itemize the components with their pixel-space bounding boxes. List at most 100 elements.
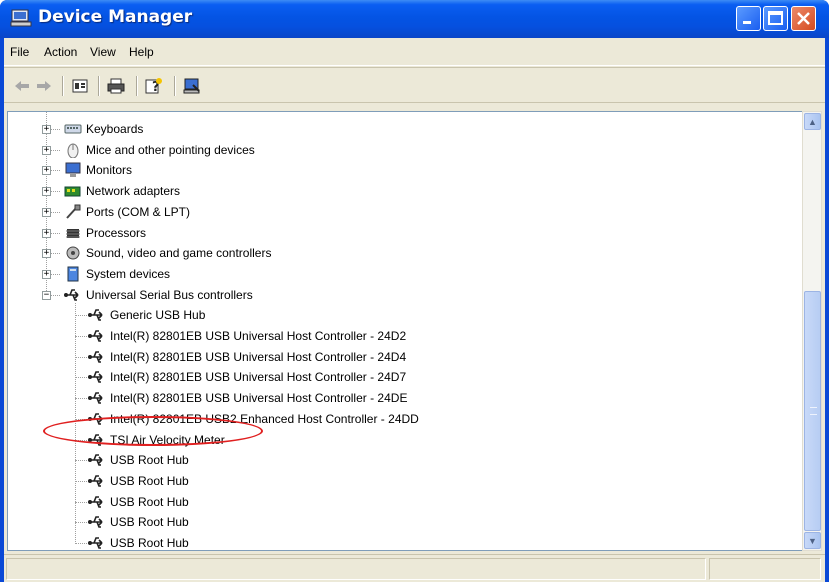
usb-device-item[interactable]: USB Root Hub	[88, 512, 189, 532]
tree-category[interactable]: Keyboards	[64, 119, 143, 139]
tree-category[interactable]: Network adapters	[64, 181, 180, 201]
device-label: Intel(R) 82801EB USB Universal Host Cont…	[110, 391, 408, 406]
tree-category[interactable]: Monitors	[64, 160, 132, 180]
usb-icon	[64, 288, 79, 301]
menu-help[interactable]: Help	[129, 45, 154, 59]
print-button[interactable]	[106, 76, 126, 96]
computer-icon	[10, 9, 32, 27]
usb-icon	[88, 495, 103, 508]
tree-branch-line	[75, 356, 89, 358]
help-button[interactable]: ?	[144, 76, 164, 96]
system-device-icon	[67, 266, 79, 282]
tree-branch-line	[75, 439, 89, 441]
tree-branch-line	[75, 522, 89, 524]
collapse-toggle[interactable]: −	[42, 290, 51, 300]
thumb-grip	[810, 407, 817, 415]
vertical-scrollbar[interactable]: ▲ ▼	[802, 111, 822, 551]
device-label: USB Root Hub	[110, 515, 189, 530]
close-button[interactable]	[791, 6, 816, 31]
tree-branch-line	[75, 315, 89, 317]
usb-icon	[88, 350, 103, 363]
forward-arrow-icon	[37, 81, 51, 91]
status-pane-main	[6, 558, 706, 580]
toolbar-separator	[136, 76, 138, 96]
toolbar: ?	[4, 67, 825, 103]
usb-device-item[interactable]: Intel(R) 82801EB USB2 Enhanced Host Cont…	[88, 409, 419, 429]
expand-toggle[interactable]: +	[42, 125, 51, 134]
properties-icon	[72, 79, 88, 93]
scroll-up-button[interactable]: ▲	[804, 113, 821, 130]
category-label: Sound, video and game controllers	[86, 246, 272, 261]
status-bar	[4, 554, 825, 582]
usb-icon	[88, 392, 103, 404]
device-tree[interactable]: + Keyboards + Mice and other pointing devic…	[7, 111, 803, 551]
processor-icon	[66, 228, 80, 238]
minimize-button[interactable]	[736, 6, 761, 31]
menu-action[interactable]: Action	[44, 45, 77, 59]
scan-hardware-button[interactable]	[182, 76, 202, 96]
usb-device-item[interactable]: Intel(R) 82801EB USB Universal Host Cont…	[88, 326, 406, 346]
close-icon	[797, 12, 810, 25]
properties-button[interactable]	[70, 76, 90, 96]
expand-toggle[interactable]: +	[42, 249, 51, 259]
expand-toggle[interactable]: +	[42, 187, 51, 197]
toolbar-separator	[62, 76, 64, 96]
usb-device-item[interactable]: USB Root Hub	[88, 492, 189, 512]
category-label: System devices	[86, 266, 171, 281]
tree-category[interactable]: System devices	[64, 264, 170, 284]
expand-toggle[interactable]: +	[42, 145, 51, 155]
network-adapter-icon	[64, 186, 81, 197]
tree-branch-line	[75, 501, 89, 503]
usb-device-item[interactable]: USB Root Hub	[88, 450, 189, 470]
usb-icon	[88, 330, 103, 342]
tree-category[interactable]: Processors	[64, 223, 146, 243]
port-icon	[66, 204, 81, 219]
category-label: Monitors	[86, 163, 133, 178]
device-label: Generic USB Hub	[110, 308, 206, 323]
usb-icon	[88, 433, 103, 446]
category-label: Network adapters	[86, 184, 181, 199]
expand-toggle[interactable]: +	[42, 207, 51, 217]
usb-icon	[88, 454, 103, 466]
menu-view[interactable]: View	[90, 45, 116, 59]
expand-toggle[interactable]: +	[42, 166, 51, 176]
tree-category[interactable]: Sound, video and game controllers	[64, 243, 271, 263]
usb-icon	[88, 475, 103, 487]
tree-category[interactable]: Mice and other pointing devices	[64, 140, 255, 160]
title-bar[interactable]: Device Manager	[0, 0, 829, 38]
usb-device-item[interactable]: Intel(R) 82801EB USB Universal Host Cont…	[88, 388, 407, 408]
device-label: USB Root Hub	[110, 536, 189, 550]
expand-toggle[interactable]: +	[42, 269, 51, 279]
usb-device-item[interactable]: USB Root Hub	[88, 533, 189, 550]
scroll-thumb[interactable]	[804, 291, 821, 531]
device-label: USB Root Hub	[110, 473, 189, 488]
tree-category[interactable]: Ports (COM & LPT)	[64, 202, 190, 222]
usb-device-item[interactable]: Intel(R) 82801EB USB Universal Host Cont…	[88, 367, 406, 387]
category-label: Processors	[86, 225, 147, 240]
tree-branch-line	[75, 418, 89, 420]
usb-device-item[interactable]: TSI Air Velocity Meter	[88, 430, 225, 450]
monitor-icon	[65, 162, 81, 178]
forward-button[interactable]	[34, 76, 54, 96]
expand-toggle[interactable]: +	[42, 228, 51, 238]
mouse-icon	[67, 143, 79, 158]
category-label: Keyboards	[86, 122, 144, 136]
tree-category[interactable]: Universal Serial Bus controllers	[64, 285, 253, 305]
usb-icon	[88, 537, 103, 549]
category-label: Universal Serial Bus controllers	[86, 287, 253, 302]
usb-device-item[interactable]: USB Root Hub	[88, 471, 189, 491]
usb-device-item[interactable]: Intel(R) 82801EB USB Universal Host Cont…	[88, 347, 406, 367]
chevron-down-icon: ▼	[808, 535, 817, 546]
device-label: USB Root Hub	[110, 453, 189, 468]
scroll-down-button[interactable]: ▼	[804, 532, 821, 549]
toolbar-separator	[174, 76, 176, 96]
tree-branch-line	[75, 336, 89, 337]
back-button[interactable]	[12, 76, 32, 96]
maximize-button[interactable]	[763, 6, 788, 31]
device-label: Intel(R) 82801EB USB Universal Host Cont…	[110, 370, 407, 385]
chevron-up-icon: ▲	[808, 116, 817, 127]
print-icon	[107, 78, 125, 94]
device-manager-window: Device Manager File Action View Help ? +…	[0, 0, 829, 582]
menu-file[interactable]: File	[10, 45, 29, 59]
usb-device-item[interactable]: Generic USB Hub	[88, 305, 205, 325]
